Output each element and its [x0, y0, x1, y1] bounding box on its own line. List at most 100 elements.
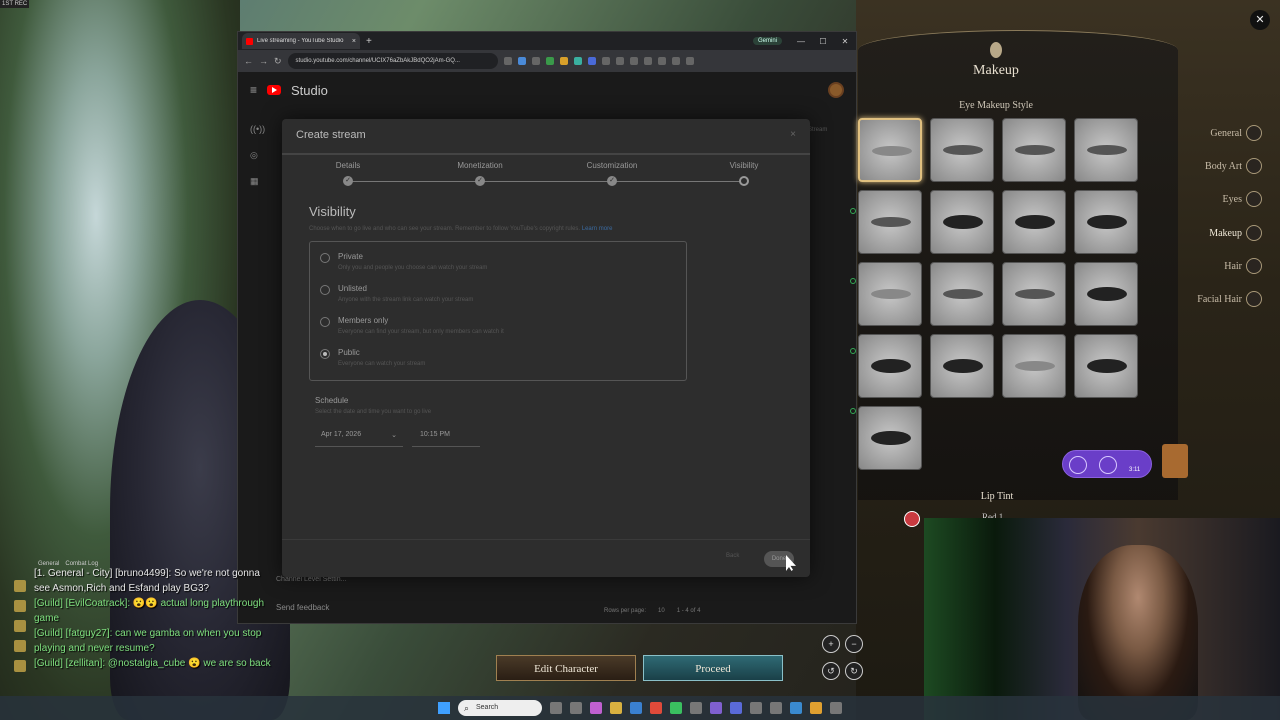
file-explorer-icon[interactable]: [610, 702, 622, 714]
eye-makeup-option[interactable]: [930, 118, 994, 182]
chat-icon[interactable]: [14, 660, 26, 672]
rows-per-page-select[interactable]: 10: [658, 608, 665, 614]
webcam-sidebar-icon[interactable]: ◎: [250, 150, 262, 160]
option-public[interactable]: Public Everyone can watch your stream: [320, 348, 425, 367]
extension-icon[interactable]: [545, 57, 554, 65]
taskbar-search[interactable]: Search: [458, 700, 542, 716]
extension-icon[interactable]: [629, 57, 638, 65]
extension-icon[interactable]: [559, 57, 568, 65]
extension-icon[interactable]: [615, 57, 624, 65]
eye-makeup-option[interactable]: [1074, 334, 1138, 398]
step-customization[interactable]: Customization ✓: [572, 161, 652, 186]
avatar[interactable]: [828, 82, 844, 98]
radio-members-only[interactable]: [320, 317, 330, 327]
chrome-icon[interactable]: [650, 702, 662, 714]
taskview-icon[interactable]: [570, 702, 582, 714]
eye-makeup-option[interactable]: [858, 118, 922, 182]
new-tab-icon[interactable]: +: [366, 36, 372, 47]
windows-start-icon[interactable]: [438, 702, 450, 714]
eye-makeup-option[interactable]: [930, 334, 994, 398]
extension-icon[interactable]: [573, 57, 582, 65]
tab-close-icon[interactable]: ×: [352, 38, 356, 45]
eye-makeup-option[interactable]: [858, 262, 922, 326]
send-feedback-link[interactable]: Send feedback: [276, 603, 329, 612]
app-icon[interactable]: [750, 702, 762, 714]
step-visibility[interactable]: Visibility: [704, 161, 784, 186]
eye-makeup-option[interactable]: [858, 334, 922, 398]
tab-makeup[interactable]: Makeup: [1160, 225, 1270, 241]
back-icon[interactable]: ←: [244, 56, 253, 66]
eye-makeup-option[interactable]: [1002, 118, 1066, 182]
reload-icon[interactable]: ↻: [274, 56, 282, 67]
tab-facial-hair[interactable]: Facial Hair: [1160, 291, 1270, 307]
browser-tab[interactable]: Live streaming - YouTube Studio ×: [242, 33, 360, 49]
stream-sidebar-icon[interactable]: ((•)): [250, 124, 265, 134]
chat-icon[interactable]: [14, 620, 26, 632]
app-icon[interactable]: [770, 702, 782, 714]
option-unlisted[interactable]: Unlisted Anyone with the stream link can…: [320, 284, 473, 303]
manage-sidebar-icon[interactable]: ▦: [250, 176, 262, 186]
youtube-logo-icon[interactable]: [267, 85, 282, 95]
overlay-close-icon[interactable]: ✕: [1250, 10, 1270, 30]
eye-makeup-option[interactable]: [1002, 262, 1066, 326]
app-icon[interactable]: [830, 702, 842, 714]
eye-makeup-option[interactable]: [858, 406, 922, 470]
tab-general[interactable]: General: [1160, 125, 1270, 141]
url-field[interactable]: studio.youtube.com/channel/UCIX76aZbAkJB…: [287, 53, 498, 69]
chat-icon[interactable]: [14, 600, 26, 612]
tab-body-art[interactable]: Body Art: [1160, 158, 1270, 174]
app-icon[interactable]: [590, 702, 602, 714]
gemini-button[interactable]: Gemini: [752, 37, 782, 45]
eye-makeup-option[interactable]: [1002, 334, 1066, 398]
forward-icon[interactable]: →: [259, 56, 268, 66]
zoom-icon[interactable]: [503, 57, 512, 65]
radio-private[interactable]: [320, 253, 330, 263]
profile-icon[interactable]: [671, 57, 680, 65]
menu-icon[interactable]: ≡: [250, 83, 257, 97]
maximize-icon[interactable]: ☐: [812, 37, 834, 46]
widgets-icon[interactable]: [550, 702, 562, 714]
step-details[interactable]: Details ✓: [308, 161, 388, 186]
app-icon[interactable]: [790, 702, 802, 714]
extension-icon[interactable]: [587, 57, 596, 65]
date-picker[interactable]: Apr 17, 2026 ⌄: [315, 423, 403, 447]
eye-makeup-option[interactable]: [858, 190, 922, 254]
browser-menu-icon[interactable]: [685, 57, 694, 65]
channel-settings-link[interactable]: Channel Level Settin...: [276, 576, 346, 583]
option-members-only[interactable]: Members only Everyone can find your stre…: [320, 316, 504, 335]
bookmark-star-icon[interactable]: [517, 57, 526, 65]
eye-makeup-option[interactable]: [1074, 118, 1138, 182]
dialog-close-icon[interactable]: ×: [790, 129, 796, 140]
radio-unlisted[interactable]: [320, 285, 330, 295]
extensions-puzzle-icon[interactable]: [643, 57, 652, 65]
minimize-icon[interactable]: —: [790, 37, 812, 46]
discord-icon[interactable]: [730, 702, 742, 714]
eye-makeup-option[interactable]: [1074, 262, 1138, 326]
rotate-right-icon[interactable]: ↻: [845, 662, 863, 680]
eye-makeup-option[interactable]: [930, 262, 994, 326]
edit-character-button[interactable]: Edit Character: [496, 655, 636, 681]
app-icon[interactable]: [630, 702, 642, 714]
option-private[interactable]: Private Only you and people you choose c…: [320, 252, 487, 271]
app-icon[interactable]: [810, 702, 822, 714]
spotify-icon[interactable]: [670, 702, 682, 714]
radio-public[interactable]: [320, 349, 330, 359]
window-close-icon[interactable]: ✕: [834, 37, 856, 46]
sidebar-toggle-icon[interactable]: [657, 57, 666, 65]
zoom-out-icon[interactable]: −: [845, 635, 863, 653]
learn-more-link[interactable]: Learn more: [582, 226, 613, 232]
step-monetization[interactable]: Monetization ✓: [440, 161, 520, 186]
app-icon[interactable]: [710, 702, 722, 714]
proceed-button[interactable]: Proceed: [643, 655, 783, 681]
app-icon[interactable]: [690, 702, 702, 714]
lip-tint-swatch[interactable]: [904, 511, 920, 527]
chat-icon[interactable]: [14, 580, 26, 592]
rotate-left-icon[interactable]: ↺: [822, 662, 840, 680]
time-picker[interactable]: 10:15 PM: [412, 423, 480, 447]
eye-makeup-option[interactable]: [930, 190, 994, 254]
eye-makeup-option[interactable]: [1074, 190, 1138, 254]
tab-hair[interactable]: Hair: [1160, 258, 1270, 274]
chat-icon[interactable]: [14, 640, 26, 652]
zoom-in-icon[interactable]: +: [822, 635, 840, 653]
back-button[interactable]: Back: [726, 553, 739, 559]
